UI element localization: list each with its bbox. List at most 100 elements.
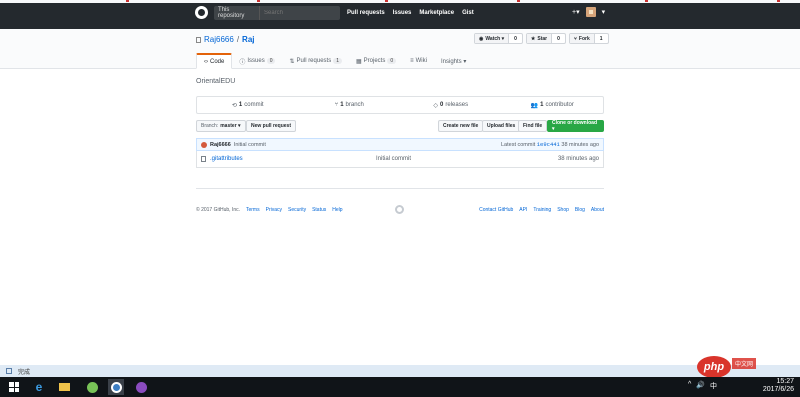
taskbar-clock[interactable]: 15:27 2017/6/26 bbox=[746, 378, 794, 394]
commits-link[interactable]: ⟲ 1 commit bbox=[197, 97, 299, 113]
branch-label: branch bbox=[345, 102, 364, 108]
new-pull-request-button[interactable]: New pull request bbox=[246, 120, 297, 132]
releases-count: 0 bbox=[440, 102, 444, 108]
edge-browser-icon[interactable]: e bbox=[31, 379, 47, 395]
upload-files-button[interactable]: Upload files bbox=[482, 120, 521, 132]
android-studio-icon[interactable] bbox=[84, 379, 100, 395]
speaker-icon[interactable]: 🔊 bbox=[696, 381, 705, 391]
fork-label: Fork bbox=[578, 35, 590, 42]
nav-pull-requests[interactable]: Pull requests bbox=[347, 10, 385, 16]
footer-right: Contact GitHub API Training Shop Blog Ab… bbox=[479, 207, 604, 213]
footer-link-privacy[interactable]: Privacy bbox=[266, 207, 282, 213]
ime-indicator[interactable]: 中 bbox=[710, 381, 717, 391]
create-new-file-button[interactable]: Create new file bbox=[438, 120, 484, 132]
footer-link-blog[interactable]: Blog bbox=[575, 207, 585, 213]
watermark-site-text: 中文网 bbox=[732, 358, 757, 369]
footer-left: © 2017 GitHub, Inc. Terms Privacy Securi… bbox=[196, 207, 343, 213]
issue-icon: ⓘ bbox=[239, 59, 246, 66]
tab-pull-requests-label: Pull requests bbox=[296, 58, 332, 64]
clock-time: 15:27 bbox=[776, 378, 794, 385]
search-input[interactable] bbox=[260, 10, 340, 16]
repo-icon bbox=[196, 36, 201, 43]
windows-taskbar: e bbox=[0, 377, 800, 397]
star-button[interactable]: ★ Star 0 bbox=[525, 33, 566, 44]
tag-icon: ◇ bbox=[433, 102, 439, 109]
branch-name: master ▾ bbox=[220, 123, 241, 129]
footer-link-security[interactable]: Security bbox=[288, 207, 306, 213]
footer-link-status[interactable]: Status bbox=[312, 207, 326, 213]
tab-insights[interactable]: Insights ▾ bbox=[434, 53, 473, 69]
file-commit-message[interactable]: Initial commit bbox=[376, 156, 411, 162]
footer-link-training[interactable]: Training bbox=[533, 207, 551, 213]
chevron-down-icon[interactable]: ▾ bbox=[602, 8, 606, 16]
commits-count: 1 bbox=[238, 102, 243, 108]
commit-author-link[interactable]: Raj6666 bbox=[210, 142, 231, 148]
tab-wiki[interactable]: ≡ Wiki bbox=[403, 53, 434, 69]
footer-link-about[interactable]: About bbox=[591, 207, 604, 213]
contributors-label: contributor bbox=[545, 102, 574, 108]
avatar[interactable] bbox=[585, 7, 596, 17]
repo-separator: / bbox=[236, 35, 240, 44]
tab-issues-label: Issues bbox=[247, 58, 265, 64]
header-right: +▾ ▾ bbox=[572, 7, 605, 17]
contributors-count: 1 bbox=[540, 102, 544, 108]
history-icon: ⟲ bbox=[231, 102, 237, 109]
chevron-up-icon[interactable]: ^ bbox=[688, 381, 691, 391]
github-logo-icon[interactable] bbox=[195, 6, 208, 19]
tab-pull-requests[interactable]: ⇅ Pull requests 1 bbox=[282, 53, 349, 69]
file-name-link[interactable]: .gitattributes bbox=[210, 156, 376, 162]
footer-link-help[interactable]: Help bbox=[332, 207, 342, 213]
search-box[interactable]: This repository bbox=[214, 6, 340, 20]
commit-message-link[interactable]: Initial commit bbox=[234, 142, 266, 148]
active-app-icon[interactable] bbox=[108, 379, 124, 395]
branches-link[interactable]: ⑂ 1 branch bbox=[299, 97, 401, 113]
projects-counter: 0 bbox=[387, 58, 397, 64]
tab-issues[interactable]: ⓘ Issues 0 bbox=[232, 53, 282, 69]
github-header bbox=[0, 3, 800, 29]
releases-label: releases bbox=[445, 102, 469, 108]
issues-counter: 0 bbox=[266, 58, 276, 64]
star-count[interactable]: 0 bbox=[552, 34, 565, 43]
file-row: .gitattributes Initial commit 38 minutes… bbox=[196, 151, 604, 168]
repo-owner-link[interactable]: Raj6666 bbox=[204, 35, 234, 44]
code-icon: ‹› bbox=[204, 58, 208, 65]
branch-select-button[interactable]: Branch: master ▾ bbox=[196, 120, 246, 132]
commit-sha-link[interactable]: 1e9c441 bbox=[537, 141, 560, 148]
file-navigation: Branch: master ▾ New pull request Create… bbox=[196, 120, 604, 132]
star-label: Star bbox=[537, 35, 548, 42]
page-status-icon bbox=[6, 368, 12, 374]
nav-issues[interactable]: Issues bbox=[393, 10, 412, 16]
repo-name-link[interactable]: Raj bbox=[242, 35, 254, 44]
nav-marketplace[interactable]: Marketplace bbox=[419, 10, 454, 16]
clone-or-download-button[interactable]: Clone or download ▾ bbox=[547, 120, 604, 132]
watch-count[interactable]: 0 bbox=[509, 34, 522, 43]
tab-projects[interactable]: ▦ Projects 0 bbox=[349, 53, 403, 69]
footer-link-api[interactable]: API bbox=[519, 207, 527, 213]
footer-link-shop[interactable]: Shop bbox=[557, 207, 569, 213]
watch-button[interactable]: ◉ Watch ▾ 0 bbox=[474, 33, 523, 44]
book-icon: ≡ bbox=[410, 58, 414, 64]
contributors-link[interactable]: 👥 1 contributor bbox=[502, 97, 604, 113]
find-file-button[interactable]: Find file bbox=[518, 120, 548, 132]
copyright-text: © 2017 GitHub, Inc. bbox=[196, 207, 240, 213]
tab-code-label: Code bbox=[210, 58, 225, 65]
github-mark-icon[interactable] bbox=[395, 205, 404, 214]
commits-label: commit bbox=[244, 102, 264, 108]
nav-gist[interactable]: Gist bbox=[462, 10, 474, 16]
releases-link[interactable]: ◇ 0 releases bbox=[400, 97, 502, 113]
php-watermark-logo: php bbox=[697, 356, 731, 378]
fork-count[interactable]: 1 bbox=[595, 34, 608, 43]
footer-link-contact[interactable]: Contact GitHub bbox=[479, 207, 513, 213]
status-text: 完成 bbox=[18, 369, 31, 376]
footer-link-terms[interactable]: Terms bbox=[246, 207, 260, 213]
fork-button[interactable]: ⑂ Fork 1 bbox=[568, 33, 609, 44]
file-explorer-icon[interactable] bbox=[56, 379, 72, 395]
new-menu-button[interactable]: +▾ bbox=[572, 8, 580, 16]
branch-icon: ⑂ bbox=[334, 102, 339, 108]
repo-description: OrientalEDU bbox=[196, 78, 236, 85]
commit-age: 38 minutes ago bbox=[561, 142, 599, 148]
github-desktop-icon[interactable] bbox=[133, 379, 149, 395]
windows-start-icon[interactable] bbox=[6, 379, 22, 395]
repo-numbers-summary: ⟲ 1 commit ⑂ 1 branch ◇ 0 releases 👥 1 contribut… bbox=[196, 96, 604, 114]
tab-code[interactable]: ‹› Code bbox=[196, 53, 233, 69]
